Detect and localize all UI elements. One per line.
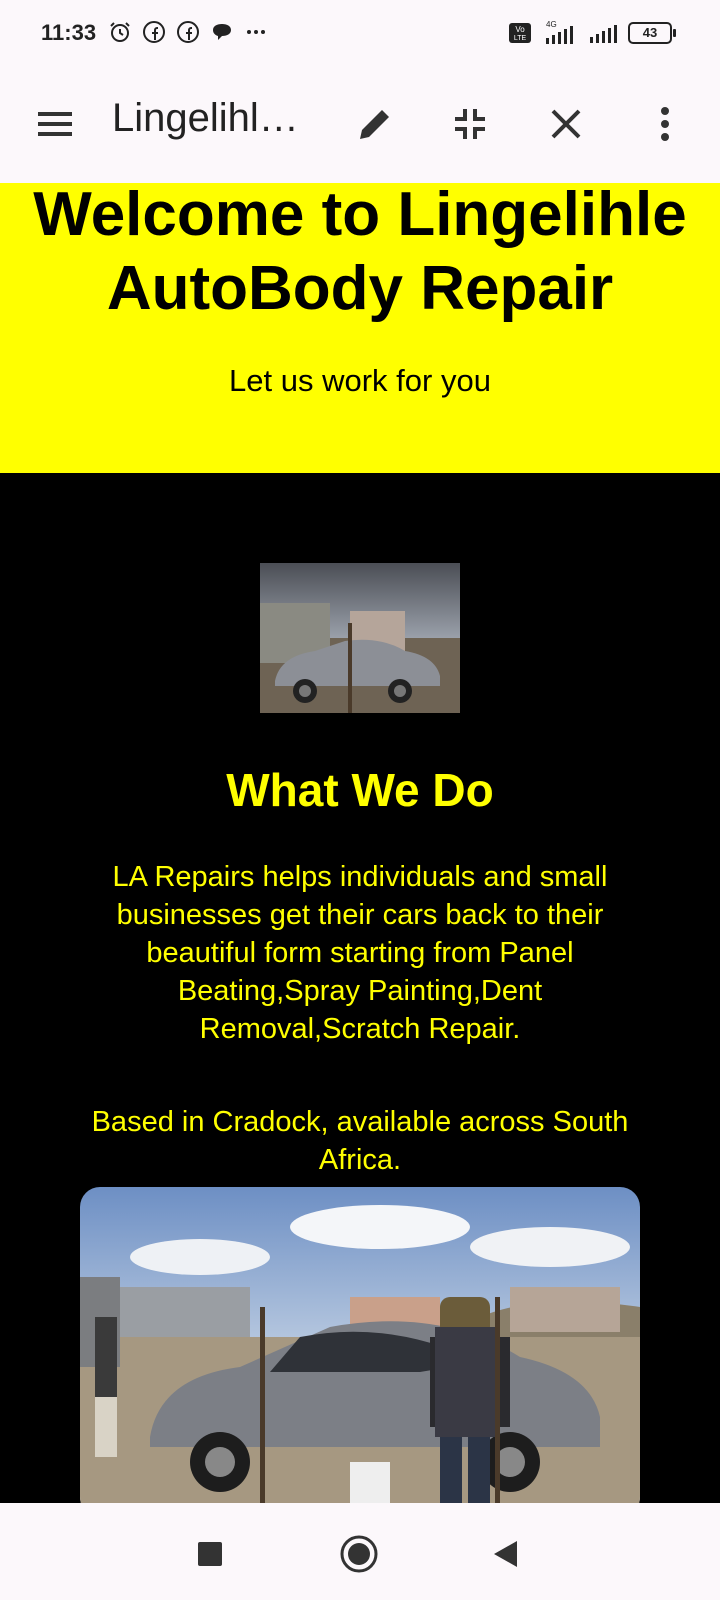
- service-description: LA Repairs helps individuals and small b…: [112, 861, 608, 1045]
- svg-text:Vo: Vo: [515, 25, 525, 34]
- more-dots-icon: [247, 30, 265, 34]
- menu-icon: [38, 112, 72, 136]
- system-nav-bar: [0, 1503, 720, 1600]
- minimize-button[interactable]: [440, 94, 500, 154]
- page-title: Lingelihl…: [112, 96, 299, 140]
- back-triangle-icon: [494, 1541, 517, 1567]
- facebook-icon: [143, 21, 165, 43]
- hero-banner: Welcome to Lingelihle AutoBody Repair Le…: [0, 180, 720, 473]
- home-button[interactable]: [334, 1529, 384, 1579]
- close-button[interactable]: [536, 94, 596, 154]
- more-vert-icon: [661, 107, 669, 141]
- status-notification-icons: [108, 20, 268, 44]
- chat-bubble-icon: [213, 24, 231, 40]
- hero-subtitle: Let us work for you: [229, 363, 491, 398]
- edit-icon: [360, 107, 392, 139]
- repair-work-photo: [80, 1187, 640, 1503]
- section-heading: What We Do: [226, 764, 494, 816]
- recents-button[interactable]: [185, 1529, 235, 1579]
- location-text: Based in Cradock, available across South…: [91, 1106, 629, 1176]
- menu-button[interactable]: [25, 94, 85, 154]
- status-time: 11:33: [41, 20, 97, 45]
- back-button[interactable]: [480, 1529, 530, 1579]
- close-icon: [551, 109, 581, 139]
- car-thumbnail-image: [260, 563, 460, 713]
- alarm-icon: [110, 22, 130, 42]
- recents-square-icon: [198, 1542, 222, 1566]
- minimize-icon: [455, 109, 485, 139]
- status-bar: 11:33 Vo LTE 4G 43: [0, 0, 720, 68]
- app-toolbar: Lingelihl…: [0, 68, 720, 183]
- facebook-icon: [177, 21, 199, 43]
- battery-indicator: 43: [628, 22, 676, 44]
- main-section: What We Do LA Repairs helps individuals …: [0, 473, 720, 1503]
- edit-button[interactable]: [345, 94, 405, 154]
- status-system-icons: Vo LTE 4G 43: [508, 20, 676, 46]
- svg-text:LTE: LTE: [514, 35, 527, 42]
- more-options-button[interactable]: [635, 94, 695, 154]
- svg-text:4G: 4G: [546, 20, 557, 29]
- volte-icon: VoLTE: [509, 23, 531, 43]
- signal-icon: [590, 25, 617, 43]
- hero-title: Welcome to Lingelihle AutoBody Repair: [33, 180, 687, 323]
- home-circle-icon: [340, 1535, 378, 1573]
- signal-4g-icon: 4G: [546, 20, 573, 44]
